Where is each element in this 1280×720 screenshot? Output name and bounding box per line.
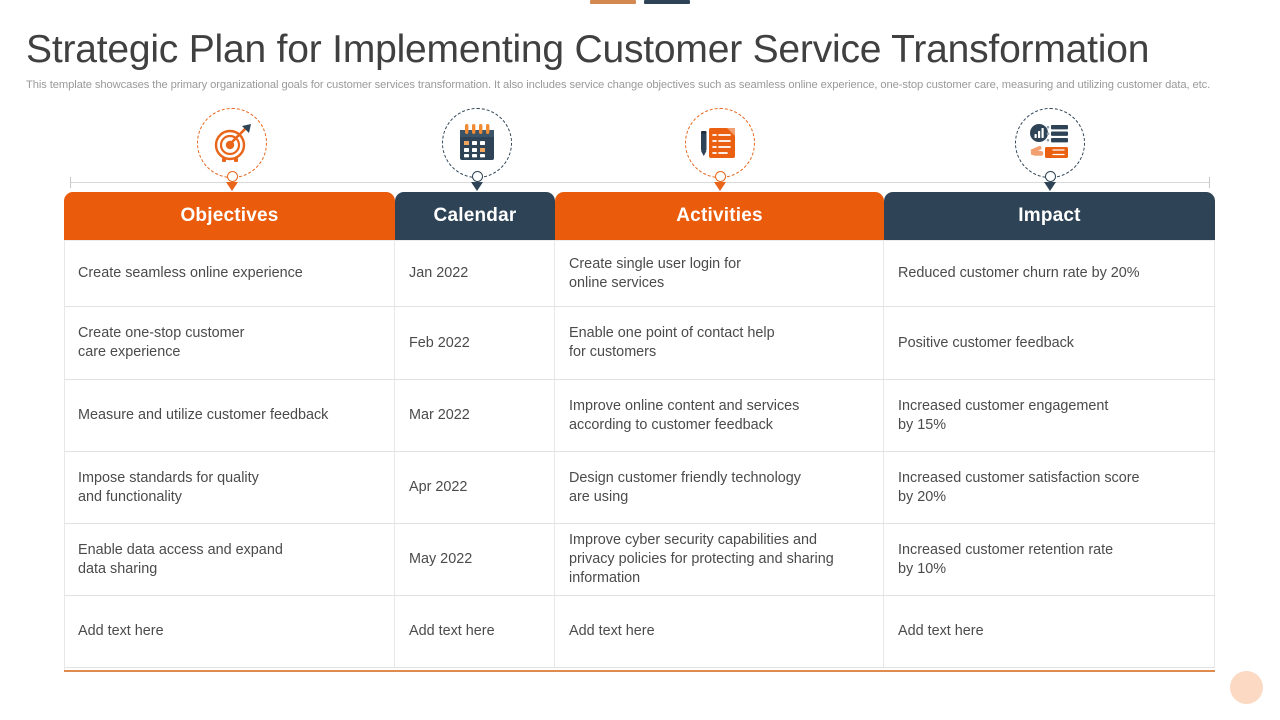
table-row: Add text here Add text here Add text here A… <box>64 596 1215 668</box>
cell-activity[interactable]: Create single user login for online serv… <box>555 241 884 306</box>
cell-calendar[interactable]: Add text here <box>395 596 555 667</box>
cell-impact[interactable]: Positive customer feedback <box>884 307 1215 379</box>
cell-objective[interactable]: Impose standards for quality and functio… <box>64 452 395 523</box>
cell-activity[interactable]: Design customer friendly technology are … <box>555 452 884 523</box>
decorative-dot <box>1230 671 1263 704</box>
table-left-edge <box>64 240 65 670</box>
top-bar-orange <box>590 0 636 4</box>
table-row: Measure and utilize customer feedback Mar… <box>64 380 1215 452</box>
table-header-objectives[interactable]: Objectives <box>64 192 395 240</box>
cell-calendar[interactable]: Mar 2022 <box>395 380 555 451</box>
cell-activity[interactable]: Enable one point of contact help for cus… <box>555 307 884 379</box>
table-row: Enable data access and expand data shari… <box>64 524 1215 596</box>
cell-calendar[interactable]: May 2022 <box>395 524 555 595</box>
icon-node-3 <box>685 108 755 178</box>
table-header-calendar[interactable]: Calendar <box>395 192 555 240</box>
icon-node-2 <box>442 108 512 178</box>
timeline-pin-4 <box>1039 171 1061 191</box>
icon-node-4 <box>1015 108 1085 178</box>
page-subtitle: This template showcases the primary orga… <box>26 79 1211 91</box>
cell-activity[interactable]: Improve cyber security capabilities and … <box>555 524 884 595</box>
timeline-pin-2 <box>466 171 488 191</box>
table-header-activities[interactable]: Activities <box>555 192 884 240</box>
table-row: Create one-stop customer care experience… <box>64 307 1215 380</box>
calendar-icon <box>454 120 500 166</box>
timeline-pin-1 <box>221 171 243 191</box>
icon-node-1 <box>197 108 267 178</box>
cell-calendar[interactable]: Apr 2022 <box>395 452 555 523</box>
cell-activity[interactable]: Add text here <box>555 596 884 667</box>
cell-objective[interactable]: Create seamless online experience <box>64 241 395 306</box>
cell-impact[interactable]: Reduced customer churn rate by 20% <box>884 241 1215 306</box>
axis-end-cap-right <box>1209 177 1210 188</box>
table-row: Create seamless online experience Jan 202… <box>64 240 1215 307</box>
cell-calendar[interactable]: Jan 2022 <box>395 241 555 306</box>
page-title: Strategic Plan for Implementing Customer… <box>26 28 1150 71</box>
pin-circle <box>471 171 483 182</box>
strategic-plan-table: Objectives Calendar Activities Impact Creat… <box>64 192 1215 672</box>
table-row: Impose standards for quality and functio… <box>64 452 1215 524</box>
axis-end-cap-left <box>70 177 71 188</box>
pin-circle <box>714 171 726 182</box>
cell-impact[interactable]: Add text here <box>884 596 1215 667</box>
pin-circle <box>226 171 238 182</box>
cell-objective[interactable]: Create one-stop customer care experience <box>64 307 395 379</box>
cell-impact[interactable]: Increased customer satisfaction score by… <box>884 452 1215 523</box>
analytics-report-hand-icon <box>1027 120 1073 166</box>
top-bar-navy <box>644 0 690 4</box>
cell-objective[interactable]: Measure and utilize customer feedback <box>64 380 395 451</box>
cell-objective[interactable]: Add text here <box>64 596 395 667</box>
table-body: Create seamless online experience Jan 202… <box>64 240 1215 668</box>
pin-pointer-icon <box>226 182 238 191</box>
clipboard-checklist-pen-icon <box>697 120 743 166</box>
pin-pointer-icon <box>471 182 483 191</box>
cell-activity[interactable]: Improve online content and services acco… <box>555 380 884 451</box>
cell-calendar[interactable]: Feb 2022 <box>395 307 555 379</box>
pin-pointer-icon <box>1044 182 1056 191</box>
timeline-pin-3 <box>709 171 731 191</box>
cell-impact[interactable]: Increased customer retention rate by 10% <box>884 524 1215 595</box>
slide-root: Strategic Plan for Implementing Customer… <box>0 0 1280 720</box>
table-header-impact[interactable]: Impact <box>884 192 1215 240</box>
target-dart-icon <box>209 120 255 166</box>
cell-objective[interactable]: Enable data access and expand data shari… <box>64 524 395 595</box>
table-bottom-rule <box>64 670 1215 672</box>
cell-impact[interactable]: Increased customer engagement by 15% <box>884 380 1215 451</box>
table-header-row: Objectives Calendar Activities Impact <box>64 192 1215 240</box>
top-decorative-bars <box>0 0 1280 6</box>
pin-circle <box>1044 171 1056 182</box>
pin-pointer-icon <box>714 182 726 191</box>
